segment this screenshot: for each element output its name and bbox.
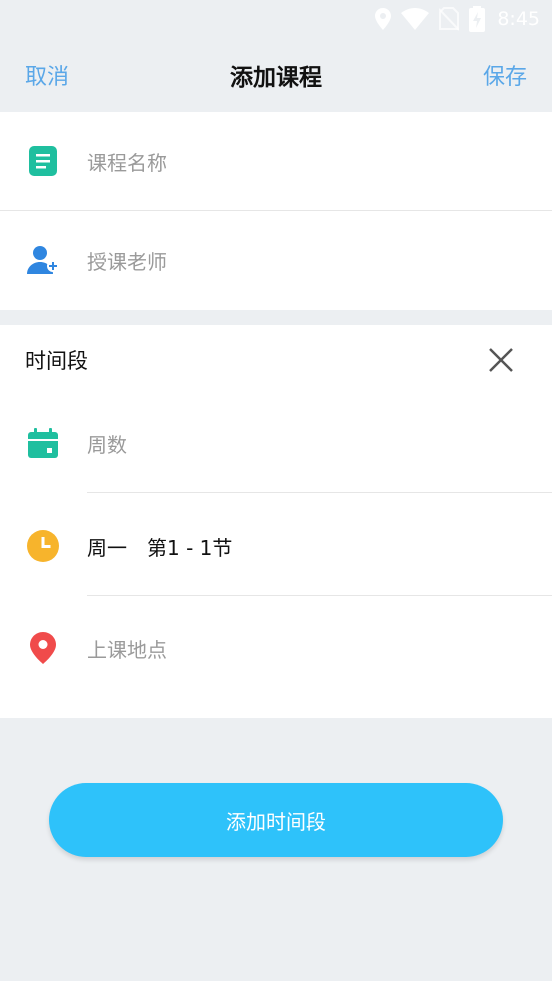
weeks-field[interactable]: 周数 bbox=[0, 394, 552, 492]
add-time-slot-button[interactable]: 添加时间段 bbox=[49, 783, 503, 857]
cancel-button[interactable]: 取消 bbox=[25, 59, 69, 91]
time-section-title: 时间段 bbox=[25, 349, 88, 373]
course-info-card: 课程名称 授课老师 bbox=[0, 112, 552, 310]
battery-charging-icon bbox=[469, 6, 486, 32]
wifi-icon bbox=[401, 8, 430, 30]
add-course-screen: 8:45 取消 添加课程 保存 课程名称 授课老师 时间段 周数 周一 第1 -… bbox=[0, 0, 552, 981]
header-bar: 取消 添加课程 保存 bbox=[0, 38, 552, 112]
location-pin-icon bbox=[27, 632, 59, 664]
teacher-field[interactable]: 授课老师 bbox=[0, 211, 552, 309]
location-field[interactable]: 上课地点 bbox=[0, 599, 552, 697]
calendar-icon bbox=[27, 427, 59, 459]
location-icon bbox=[375, 8, 392, 30]
no-sim-icon bbox=[439, 7, 460, 31]
divider bbox=[87, 595, 552, 596]
add-time-slot-label: 添加时间段 bbox=[226, 809, 326, 834]
time-section-card: 时间段 周数 周一 第1 - 1节 上课地点 bbox=[0, 325, 552, 718]
close-icon[interactable] bbox=[486, 345, 516, 375]
divider bbox=[87, 492, 552, 493]
course-name-placeholder: 课程名称 bbox=[87, 150, 167, 175]
status-time: 8:45 bbox=[497, 8, 540, 30]
schedule-value: 周一 第1 - 1节 bbox=[87, 535, 233, 560]
clock-icon bbox=[27, 530, 59, 562]
weeks-placeholder: 周数 bbox=[87, 432, 127, 457]
add-user-icon bbox=[27, 244, 59, 276]
page-title: 添加课程 bbox=[230, 65, 322, 91]
status-bar: 8:45 bbox=[0, 0, 552, 38]
teacher-placeholder: 授课老师 bbox=[87, 249, 167, 274]
course-name-field[interactable]: 课程名称 bbox=[0, 112, 552, 210]
save-button[interactable]: 保存 bbox=[483, 59, 527, 91]
document-icon bbox=[27, 145, 59, 177]
schedule-field[interactable]: 周一 第1 - 1节 bbox=[0, 497, 552, 595]
location-placeholder: 上课地点 bbox=[87, 637, 167, 662]
